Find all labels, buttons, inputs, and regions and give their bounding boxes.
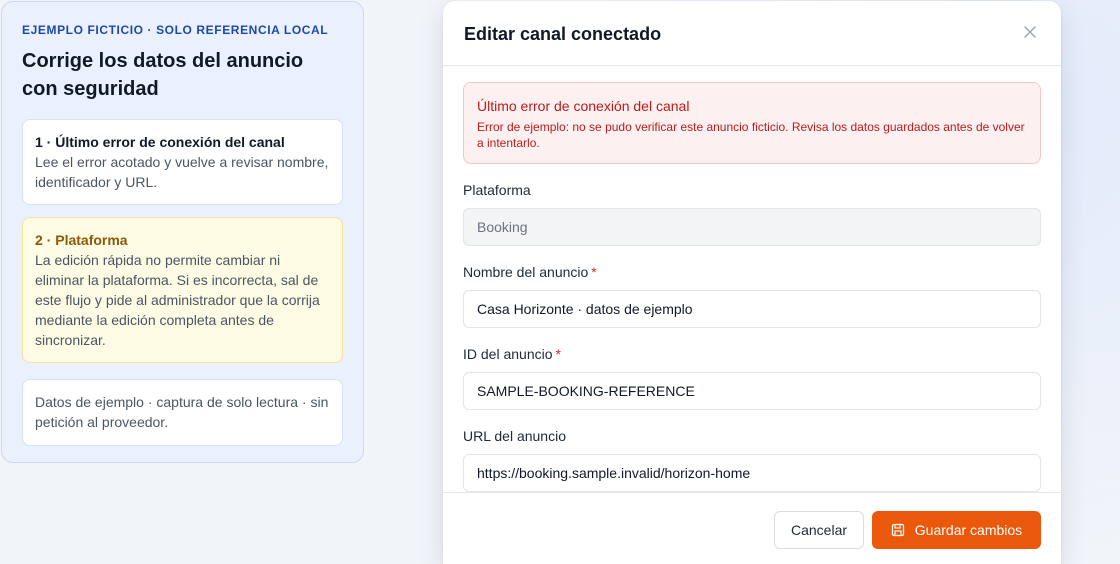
platform-label-text: Plataforma <box>463 182 531 198</box>
note-text: Datos de ejemplo · captura de solo lectu… <box>35 394 329 430</box>
guide-step-error: 1 · Último error de conexión del canal L… <box>22 119 343 205</box>
modal-body: Último error de conexión del canal Error… <box>443 66 1061 492</box>
save-button[interactable]: Guardar cambios <box>872 511 1041 549</box>
listing-url-field: URL del anuncio <box>463 427 1041 492</box>
guide-note: Datos de ejemplo · captura de solo lectu… <box>22 379 343 446</box>
required-mark: * <box>591 264 597 280</box>
guide-panel: EJEMPLO FICTICIO · SOLO REFERENCIA LOCAL… <box>1 1 364 463</box>
listing-name-input[interactable] <box>463 290 1041 328</box>
save-label: Guardar cambios <box>914 522 1023 538</box>
modal-title: Editar canal conectado <box>464 24 662 44</box>
error-alert: Último error de conexión del canal Error… <box>463 82 1041 164</box>
step-title: 2 · Plataforma <box>35 232 128 248</box>
listing-id-label-text: ID del anuncio <box>463 346 553 362</box>
modal-footer: Cancelar Guardar cambios <box>443 492 1061 564</box>
listing-name-label: Nombre del anuncio * <box>463 263 1041 281</box>
platform-field: Plataforma <box>463 181 1041 246</box>
modal-header: Editar canal conectado <box>443 1 1061 66</box>
save-icon <box>891 523 905 537</box>
guide-step-platform: 2 · Plataforma La edición rápida no perm… <box>22 217 343 363</box>
alert-body: Error de ejemplo: no se pudo verificar e… <box>477 120 1025 150</box>
listing-id-input[interactable] <box>463 372 1041 410</box>
listing-name-field: Nombre del anuncio * <box>463 263 1041 328</box>
listing-url-label-text: URL del anuncio <box>463 428 566 444</box>
close-button[interactable] <box>1021 23 1039 41</box>
cancel-button[interactable]: Cancelar <box>774 511 864 549</box>
step-body: Lee el error acotado y vuelve a revisar … <box>35 154 329 190</box>
listing-url-input[interactable] <box>463 454 1041 492</box>
guide-kicker: EJEMPLO FICTICIO · SOLO REFERENCIA LOCAL <box>22 23 329 37</box>
edit-channel-modal: Editar canal conectado Último error de c… <box>443 1 1061 564</box>
platform-input <box>463 208 1041 246</box>
step-title: 1 · Último error de conexión del canal <box>35 134 285 150</box>
listing-name-label-text: Nombre del anuncio <box>463 264 589 280</box>
listing-id-label: ID del anuncio * <box>463 345 1041 363</box>
listing-url-label: URL del anuncio <box>463 427 1041 445</box>
guide-title: Corrige los datos del anuncio con seguri… <box>22 50 304 100</box>
platform-label: Plataforma <box>463 181 1041 199</box>
alert-title: Último error de conexión del canal <box>477 98 690 114</box>
close-icon <box>1021 23 1039 41</box>
step-body: La edición rápida no permite cambiar ni … <box>35 252 320 348</box>
listing-id-field: ID del anuncio * <box>463 345 1041 410</box>
required-mark: * <box>555 346 561 362</box>
